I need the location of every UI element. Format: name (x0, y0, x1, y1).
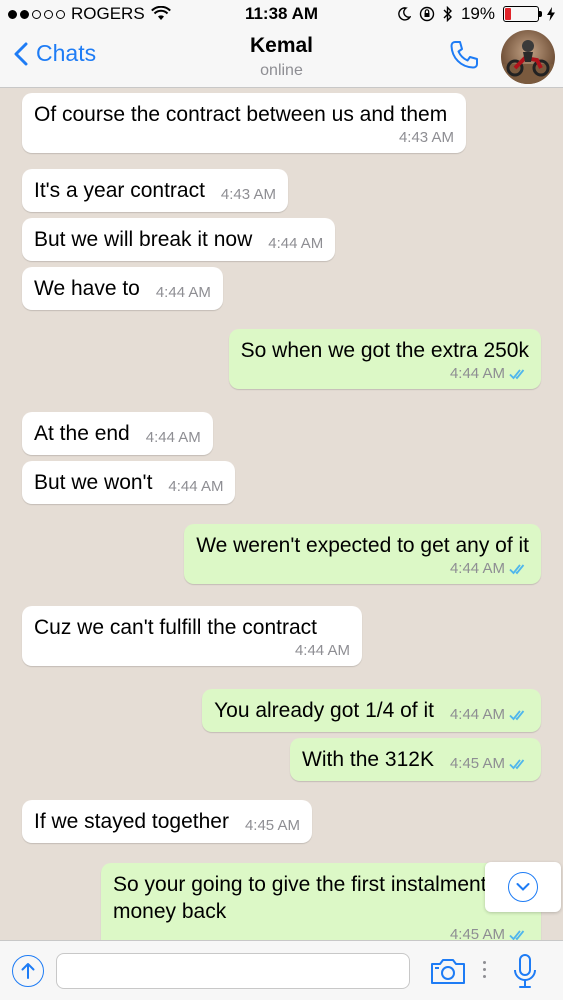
message-row: We have to 4:44 AM (0, 267, 563, 310)
attach-button[interactable] (12, 955, 44, 987)
double-check-icon (509, 563, 525, 574)
message-row: At the end 4:44 AM (0, 412, 563, 455)
message-time: 4:44 AM (145, 429, 201, 446)
message-time: 4:44 AM (268, 235, 324, 252)
incoming-message-bubble[interactable]: At the end 4:44 AM (22, 412, 213, 455)
status-right: 19% (397, 4, 555, 24)
message-text: So your going to give the first instalme… (113, 873, 487, 923)
message-meta: 4:44 AM (156, 285, 211, 300)
message-meta: 4:45 AM (129, 927, 529, 940)
message-time: 4:45 AM (449, 926, 505, 940)
outgoing-message-bubble[interactable]: With the 312K 4:45 AM (290, 738, 541, 781)
message-row: But we will break it now 4:44 AM (0, 218, 563, 261)
message-text: With the 312K (302, 748, 434, 771)
incoming-message-bubble[interactable]: If we stayed together 4:45 AM (22, 800, 312, 843)
bluetooth-icon (443, 6, 452, 22)
incoming-message-bubble[interactable]: But we will break it now 4:44 AM (22, 218, 336, 261)
message-row: Cuz we can't fulfill the contract 4:44 AM (0, 606, 563, 666)
double-check-icon (509, 929, 525, 940)
incoming-message-bubble[interactable]: Of course the contract between us and th… (22, 93, 466, 153)
message-text: But we will break it now (34, 228, 253, 251)
message-meta: 4:44 AM (168, 479, 223, 494)
message-row: You already got 1/4 of it 4:44 AM (0, 689, 563, 732)
message-row: We weren't expected to get any of it 4:44… (0, 524, 563, 584)
message-text: Cuz we can't fulfill the contract (34, 616, 317, 639)
avatar-image (501, 40, 555, 84)
outgoing-message-bubble[interactable]: You already got 1/4 of it 4:44 AM (202, 689, 541, 732)
incoming-message-bubble[interactable]: Cuz we can't fulfill the contract 4:44 AM (22, 606, 362, 666)
outgoing-message-bubble[interactable]: So when we got the extra 250k 4:44 AM (228, 329, 541, 389)
message-time: 4:45 AM (449, 755, 505, 772)
message-text: We weren't expected to get any of it (196, 534, 529, 557)
incoming-message-bubble[interactable]: But we won't 4:44 AM (22, 461, 236, 504)
battery-icon (503, 6, 542, 22)
message-text: So when we got the extra 250k (240, 339, 529, 362)
message-time: 4:43 AM (398, 129, 454, 146)
outgoing-message-bubble[interactable]: We weren't expected to get any of it 4:44… (184, 524, 541, 584)
message-row: It's a year contract 4:43 AM (0, 169, 563, 212)
upload-arrow-icon (21, 963, 35, 979)
message-row: So when we got the extra 250k 4:44 AM (0, 329, 563, 389)
incoming-message-bubble[interactable]: We have to 4:44 AM (22, 267, 223, 310)
message-meta: 4:44 AM (450, 707, 529, 722)
message-text: If we stayed together (34, 810, 229, 833)
double-check-icon (509, 709, 525, 720)
message-text: Of course the contract between us and th… (34, 103, 448, 126)
microphone-icon[interactable] (512, 953, 538, 991)
scroll-to-bottom-button[interactable] (485, 862, 561, 912)
outgoing-message-bubble[interactable]: So your going to give the first instalme… (101, 863, 541, 940)
message-row: Of course the contract between us and th… (0, 93, 563, 153)
message-text: You already got 1/4 of it (214, 699, 434, 722)
message-text: We have to (34, 277, 140, 300)
battery-percent: 19% (460, 4, 495, 23)
avatar[interactable] (501, 30, 555, 84)
input-divider (483, 961, 486, 978)
message-time: 4:44 AM (155, 284, 211, 301)
message-meta: 4:44 AM (146, 430, 201, 445)
phone-icon[interactable] (447, 38, 481, 72)
chat-header: Chats Kemal online (0, 28, 563, 88)
message-meta: 4:43 AM (221, 187, 276, 202)
message-row: So your going to give the first instalme… (0, 863, 563, 940)
message-row: If we stayed together 4:45 AM (0, 800, 563, 843)
message-row: But we won't 4:44 AM (0, 461, 563, 504)
message-meta: 4:44 AM (268, 236, 323, 251)
message-meta: 4:45 AM (245, 818, 300, 833)
message-time: 4:44 AM (168, 478, 224, 495)
message-meta: 4:44 AM (257, 366, 529, 381)
double-check-icon (509, 758, 525, 769)
message-meta: 4:44 AM (50, 643, 350, 658)
double-check-icon (509, 368, 525, 379)
message-text: But we won't (34, 471, 153, 494)
message-time: 4:45 AM (244, 817, 300, 834)
chevron-down-icon (516, 883, 530, 891)
rotation-lock-icon (419, 6, 435, 22)
input-bar (0, 940, 563, 1000)
charging-bolt-icon (547, 7, 555, 21)
message-input[interactable] (56, 953, 410, 989)
message-list[interactable]: Of course the contract between us and th… (0, 88, 563, 940)
message-text: It's a year contract (34, 179, 205, 202)
message-time: 4:44 AM (449, 560, 505, 577)
camera-icon[interactable] (430, 957, 466, 985)
message-time: 4:44 AM (449, 706, 505, 723)
message-time: 4:44 AM (449, 365, 505, 382)
message-time: 4:43 AM (220, 186, 276, 203)
moon-icon (398, 7, 411, 21)
message-meta: 4:43 AM (50, 130, 454, 145)
message-row: With the 312K 4:45 AM (0, 738, 563, 781)
incoming-message-bubble[interactable]: It's a year contract 4:43 AM (22, 169, 288, 212)
message-meta: 4:44 AM (212, 561, 529, 576)
message-meta: 4:45 AM (450, 756, 529, 771)
status-bar: ROGERS 11:38 AM 19% (0, 0, 563, 28)
message-time: 4:44 AM (294, 642, 350, 659)
message-text: At the end (34, 422, 130, 445)
